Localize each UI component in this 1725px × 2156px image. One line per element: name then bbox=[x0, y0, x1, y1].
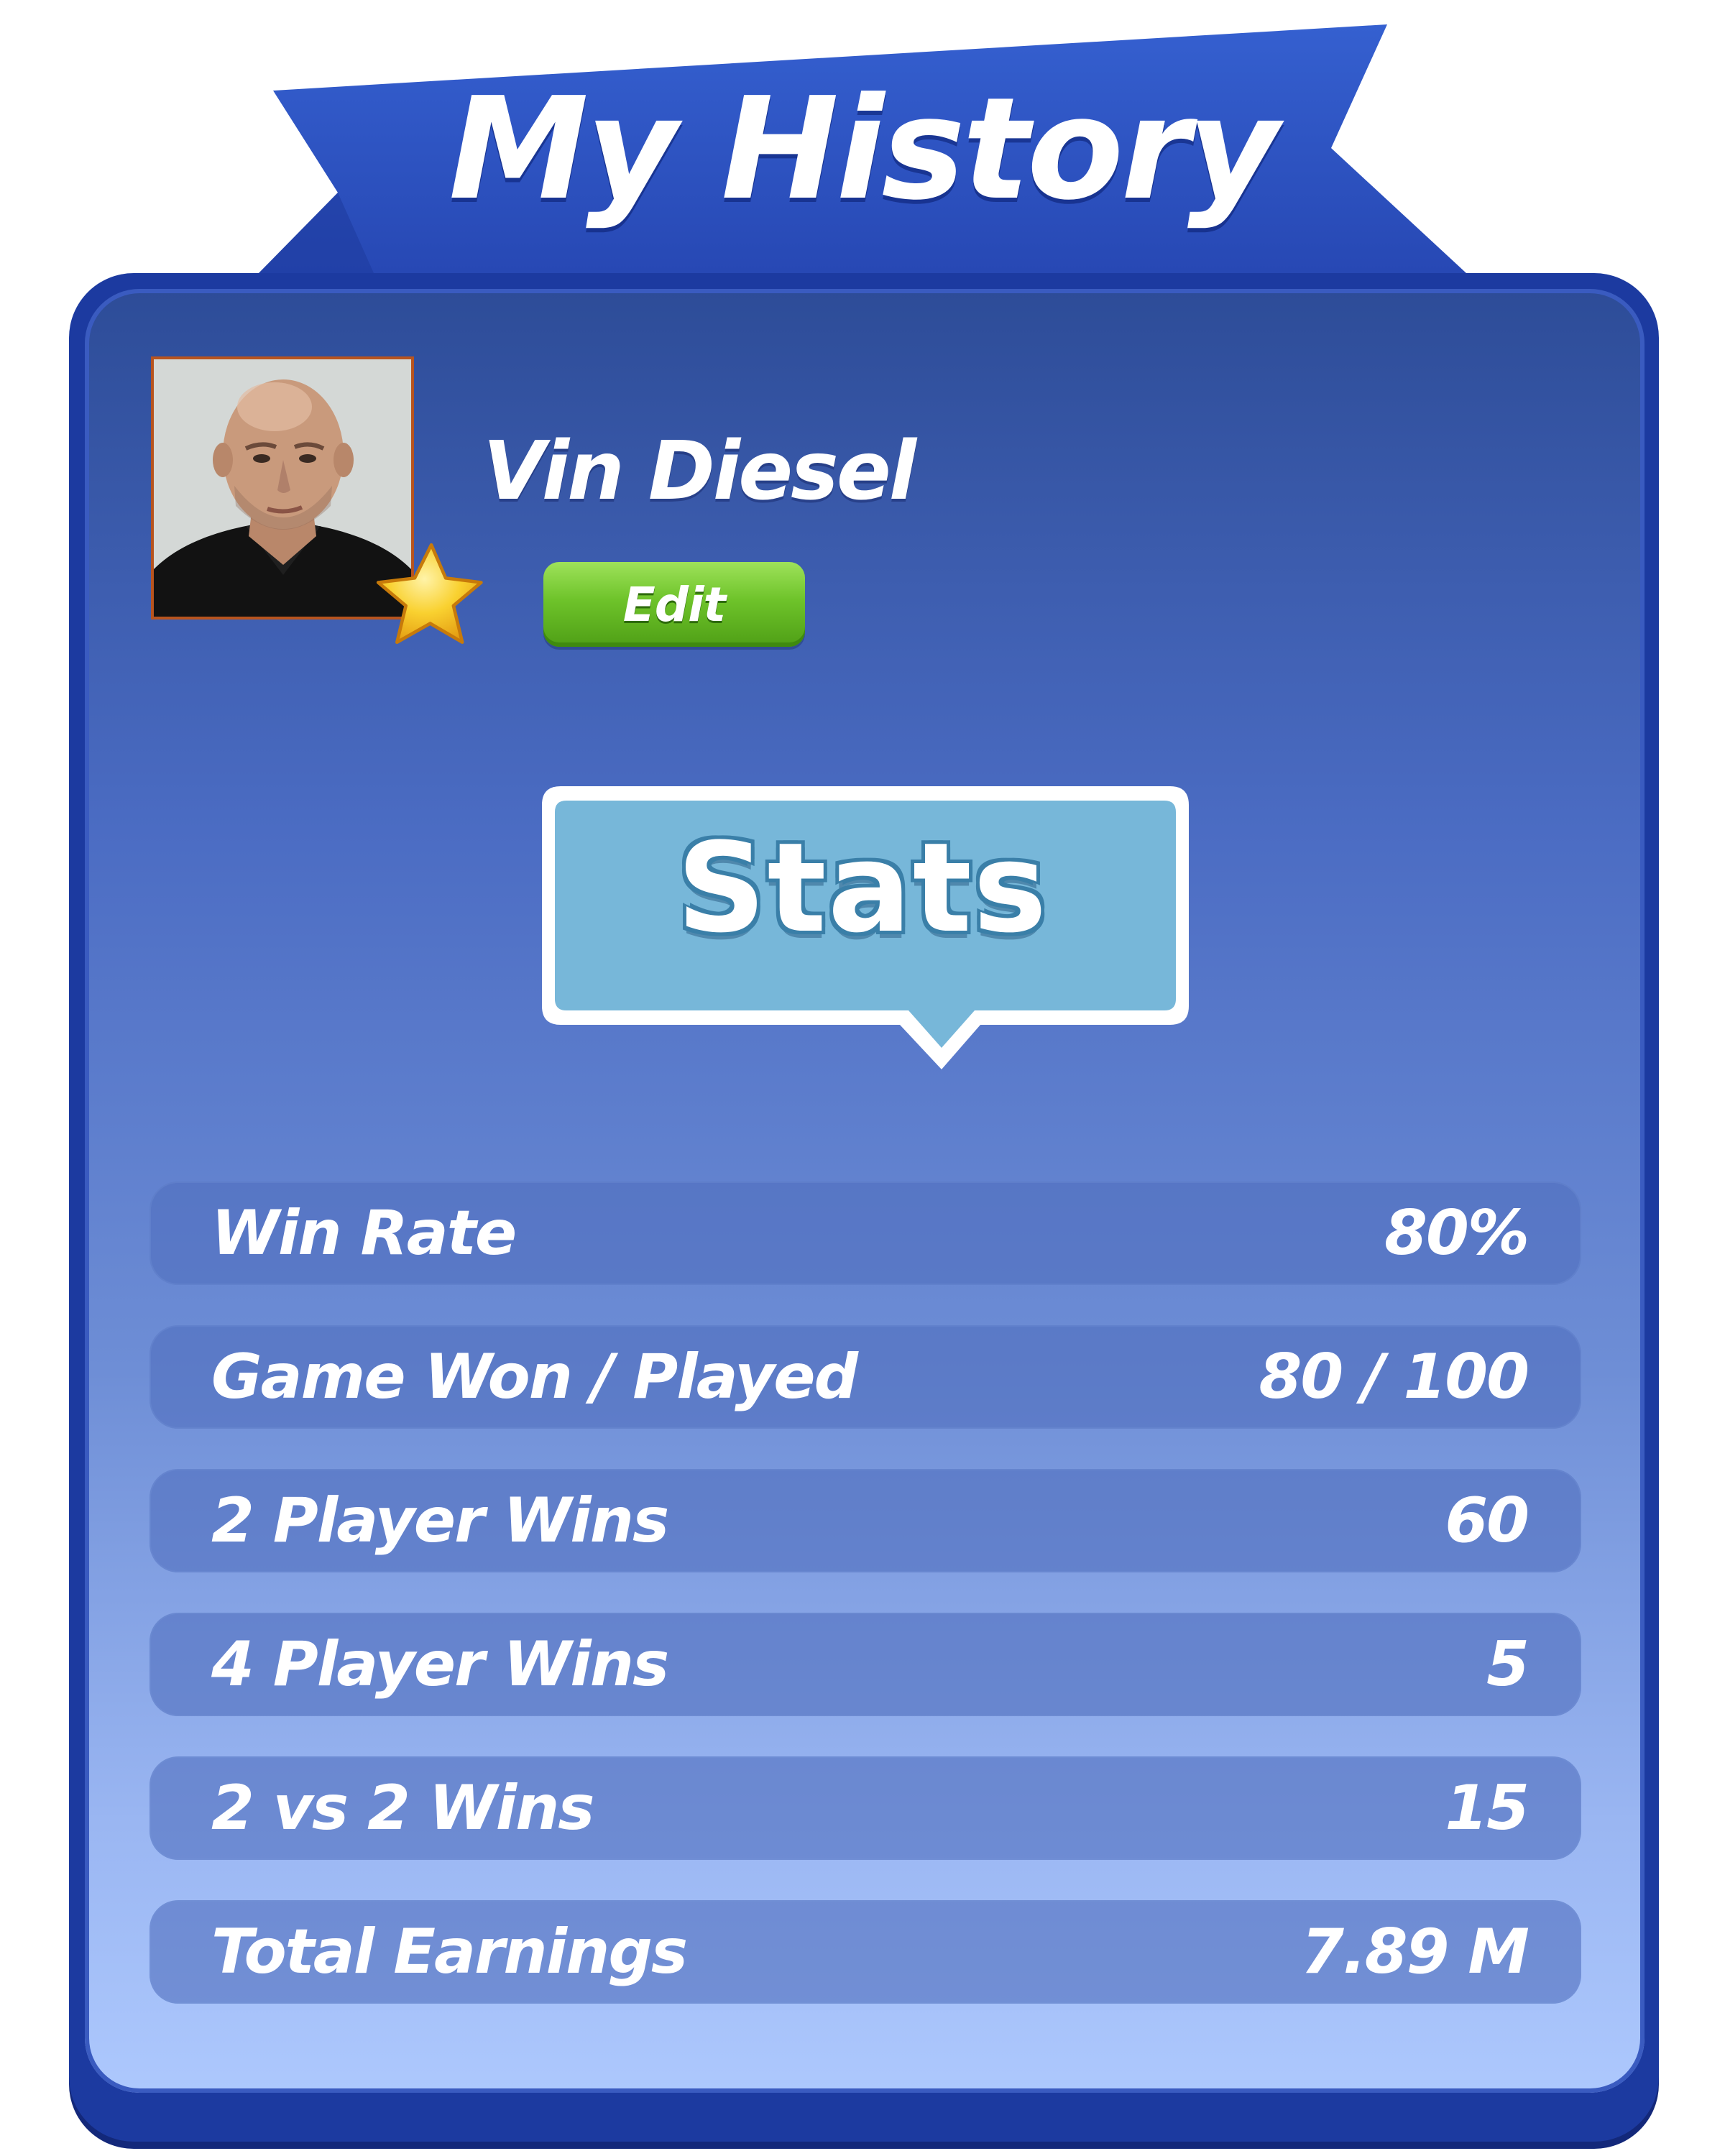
stat-label: Total Earnings bbox=[211, 1916, 688, 1988]
player-name: Vin Diesel bbox=[483, 425, 916, 518]
stat-row-total-earnings: Total Earnings 7.89 M bbox=[150, 1900, 1581, 2004]
stat-value: 80 / 100 bbox=[1259, 1341, 1530, 1413]
stat-value: 15 bbox=[1445, 1772, 1530, 1844]
stat-row-2vs2-wins: 2 vs 2 Wins 15 bbox=[150, 1756, 1581, 1860]
stat-row-win-rate: Win Rate 80% bbox=[150, 1181, 1581, 1285]
stat-row-2-player-wins: 2 Player Wins 60 bbox=[150, 1469, 1581, 1572]
stat-label: 2 Player Wins bbox=[211, 1485, 669, 1557]
stat-value: 7.89 M bbox=[1301, 1916, 1530, 1988]
stat-row-4-player-wins: 4 Player Wins 5 bbox=[150, 1613, 1581, 1716]
stat-value: 60 bbox=[1445, 1485, 1530, 1557]
stats-heading: Stats bbox=[676, 816, 1049, 960]
stat-label: 2 vs 2 Wins bbox=[211, 1772, 594, 1844]
star-icon bbox=[376, 543, 483, 644]
player-portrait bbox=[154, 359, 411, 617]
my-history-screen: My History Vin Diesel Edit Stats Win Rat… bbox=[0, 0, 1725, 2156]
stat-row-games-won-played: Game Won / Played 80 / 100 bbox=[150, 1325, 1581, 1429]
stat-label: Game Won / Played bbox=[211, 1341, 858, 1413]
stat-label: Win Rate bbox=[211, 1197, 517, 1269]
stat-value: 80% bbox=[1384, 1197, 1530, 1269]
edit-profile-button[interactable]: Edit bbox=[543, 562, 805, 647]
stat-label: 4 Player Wins bbox=[211, 1628, 669, 1700]
page-title: My History bbox=[448, 68, 1279, 231]
stat-value: 5 bbox=[1486, 1628, 1530, 1700]
